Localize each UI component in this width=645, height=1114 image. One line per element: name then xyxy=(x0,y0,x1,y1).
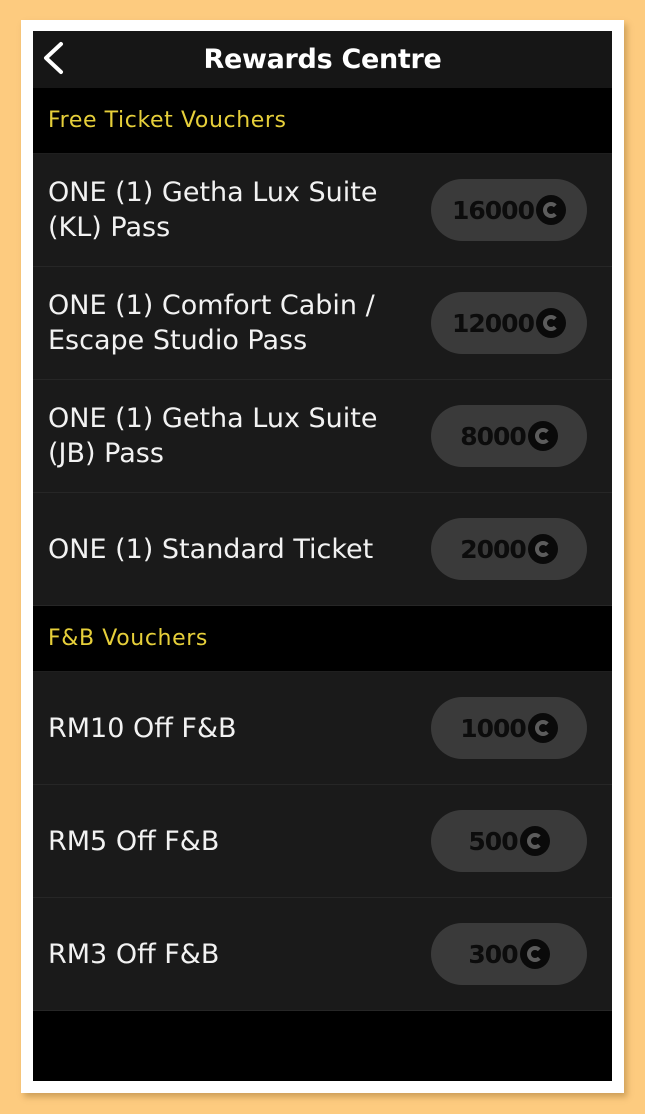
reward-row-rm3-off[interactable]: RM3 Off F&B 300 xyxy=(33,898,612,1011)
reward-label: ONE (1) Comfort Cabin / Escape Studio Pa… xyxy=(48,290,375,356)
points-value: 12000 xyxy=(452,308,535,338)
reward-label: RM5 Off F&B xyxy=(48,825,220,857)
coin-icon xyxy=(535,308,566,338)
reward-label: ONE (1) Getha Lux Suite (JB) Pass xyxy=(48,403,378,469)
page-title: Rewards Centre xyxy=(203,44,442,75)
reward-row-rm10-off[interactable]: RM10 Off F&B 1000 xyxy=(33,672,612,785)
section-title: Free Ticket Vouchers xyxy=(48,108,287,133)
points-value: 2000 xyxy=(460,534,527,564)
reward-row-standard-ticket[interactable]: ONE (1) Standard Ticket 2000 xyxy=(33,493,612,606)
redeem-button[interactable]: 300 xyxy=(431,923,587,985)
coin-icon xyxy=(527,421,558,451)
points-value: 16000 xyxy=(452,195,535,225)
reward-label: RM10 Off F&B xyxy=(48,712,237,744)
reward-label: ONE (1) Getha Lux Suite (KL) Pass xyxy=(48,177,378,243)
section-title: F&B Vouchers xyxy=(48,626,208,651)
coin-icon xyxy=(527,713,558,743)
reward-label: ONE (1) Standard Ticket xyxy=(48,533,374,565)
coin-icon xyxy=(535,195,566,225)
coin-icon xyxy=(527,534,558,564)
empty-footer-area xyxy=(33,1011,612,1071)
points-value: 500 xyxy=(468,826,518,856)
points-value: 1000 xyxy=(460,713,527,743)
coin-icon xyxy=(519,939,550,969)
reward-label: RM3 Off F&B xyxy=(48,938,220,970)
screenshot-frame: Rewards Centre Free Ticket Vouchers ONE … xyxy=(21,20,624,1093)
back-button[interactable] xyxy=(39,39,67,77)
reward-row-comfort-cabin[interactable]: ONE (1) Comfort Cabin / Escape Studio Pa… xyxy=(33,267,612,380)
redeem-button[interactable]: 8000 xyxy=(431,405,587,467)
reward-row-getha-lux-jb[interactable]: ONE (1) Getha Lux Suite (JB) Pass 8000 xyxy=(33,380,612,493)
redeem-button[interactable]: 12000 xyxy=(431,292,587,354)
reward-row-rm5-off[interactable]: RM5 Off F&B 500 xyxy=(33,785,612,898)
redeem-button[interactable]: 16000 xyxy=(431,179,587,241)
points-value: 300 xyxy=(468,939,518,969)
top-bar: Rewards Centre xyxy=(33,31,612,88)
section-header-fnb-vouchers: F&B Vouchers xyxy=(33,606,612,672)
points-value: 8000 xyxy=(460,421,527,451)
coin-icon xyxy=(519,826,550,856)
redeem-button[interactable]: 500 xyxy=(431,810,587,872)
redeem-button[interactable]: 1000 xyxy=(431,697,587,759)
chevron-left-icon xyxy=(44,42,63,74)
redeem-button[interactable]: 2000 xyxy=(431,518,587,580)
app-screen: Rewards Centre Free Ticket Vouchers ONE … xyxy=(33,31,612,1081)
section-header-free-ticket-vouchers: Free Ticket Vouchers xyxy=(33,88,612,154)
reward-row-getha-lux-kl[interactable]: ONE (1) Getha Lux Suite (KL) Pass 16000 xyxy=(33,154,612,267)
